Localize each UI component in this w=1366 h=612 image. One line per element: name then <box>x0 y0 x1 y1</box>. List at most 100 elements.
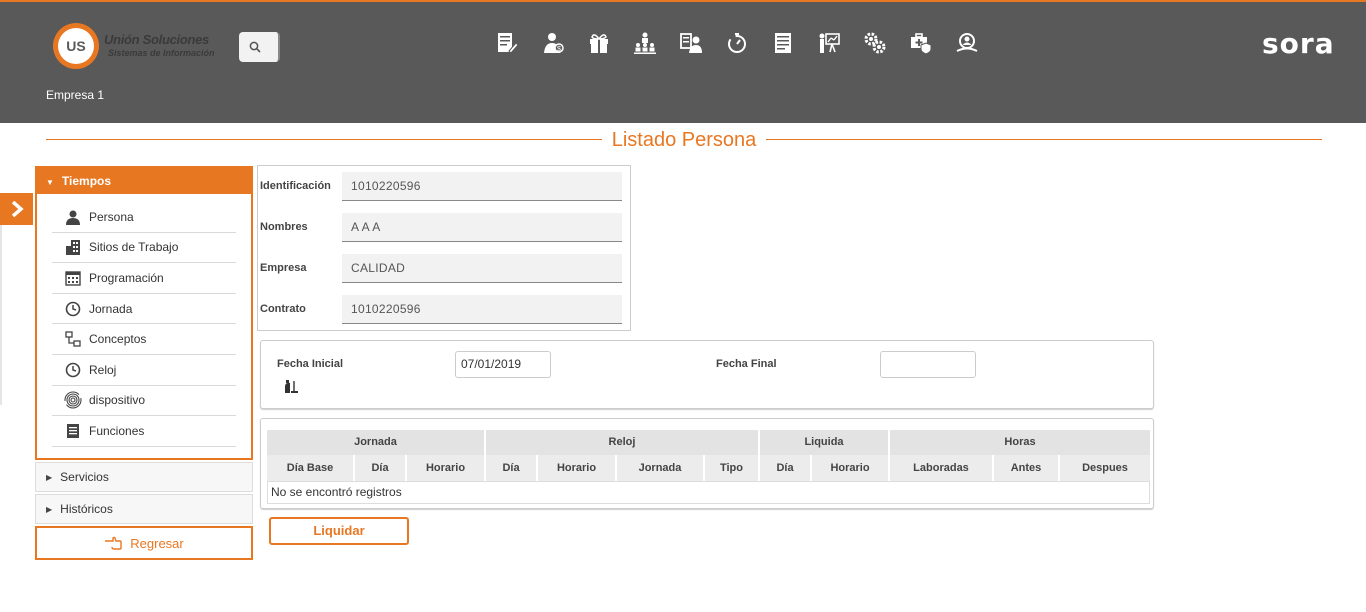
presentation-person-icon[interactable] <box>816 30 842 56</box>
sidebar-item-conceptos[interactable]: Conceptos <box>52 324 236 355</box>
start-date-input[interactable]: 07/01/2019 <box>455 351 551 378</box>
sidebar-item-funciones[interactable]: Funciones <box>52 416 236 447</box>
col-despues[interactable]: Despues <box>1060 455 1150 481</box>
company-name: Empresa 1 <box>46 88 105 102</box>
back-button[interactable]: Regresar <box>35 526 253 560</box>
sidebar-item-persona[interactable]: Persona <box>52 202 236 233</box>
col-liquida-horario[interactable]: Horario <box>812 455 890 481</box>
logo-subtitle: Sistemas de Información <box>108 48 215 58</box>
col-reloj-horario[interactable]: Horario <box>538 455 617 481</box>
sidebar-item-dispositivo[interactable]: dispositivo <box>52 386 236 417</box>
report-list-icon[interactable] <box>770 30 796 56</box>
back-button-label: Regresar <box>130 535 184 551</box>
table-group-header: Jornada Reloj Liquida Horas <box>267 430 1150 455</box>
field-label: Empresa <box>260 262 307 274</box>
person-money-icon[interactable]: $ <box>540 30 566 56</box>
col-dia[interactable]: Día <box>355 455 407 481</box>
brand-logo: sora <box>1262 27 1335 60</box>
sidebar-item-label: Programación <box>89 270 164 285</box>
start-date-label: Fecha Inicial <box>277 358 344 370</box>
buildings-icon <box>64 238 82 256</box>
logo-badge-text: US <box>58 28 94 64</box>
concepts-icon <box>64 330 82 348</box>
identificacion-field[interactable]: 1010220596 <box>342 172 622 201</box>
sidebar-item-sitios[interactable]: Sitios de Trabajo <box>52 233 236 264</box>
section-historicos-label: Históricos <box>60 502 113 516</box>
medical-shield-icon[interactable] <box>908 30 934 56</box>
logo-title: Unión Soluciones <box>104 32 209 47</box>
sidebar-item-label: dispositivo <box>89 393 146 408</box>
section-tiempos-label: Tiempos <box>61 174 112 188</box>
id-card-person-icon[interactable] <box>678 30 704 56</box>
group-reloj: Reloj <box>486 430 760 455</box>
section-servicios[interactable]: ▶ Servicios <box>35 462 253 492</box>
sidebar-item-label: Persona <box>89 209 134 224</box>
sidebar-edge <box>0 225 2 405</box>
sidebar-item-label: Jornada <box>89 301 133 316</box>
org-hierarchy-icon[interactable] <box>632 30 658 56</box>
app-header: US Unión Soluciones Sistemas de Informac… <box>0 2 1366 123</box>
field-identificacion: Identificación 1010220596 <box>258 172 630 202</box>
module-toolbar: $ <box>494 30 1000 60</box>
sidebar-menu: ▼ Tiempos Persona Sitios de Trabajo Progr… <box>35 166 253 524</box>
hand-point-left-icon <box>105 536 122 550</box>
results-table: Jornada Reloj Liquida Horas Día Base Día… <box>260 418 1154 509</box>
clock-icon <box>64 361 82 379</box>
person-info-panel: Identificación 1010220596 Nombres A A A … <box>257 165 631 331</box>
svg-text:$: $ <box>557 46 561 53</box>
empty-message: No se encontró registros <box>267 481 1150 504</box>
page-title: Listado Persona <box>46 127 1322 153</box>
contrato-field[interactable]: 1010220596 <box>342 295 622 324</box>
liquidar-button[interactable]: Liquidar <box>269 517 409 545</box>
table-column-header: Día Base Día Horario Día Horario Jornada… <box>267 455 1150 481</box>
section-tiempos-items: Persona Sitios de Trabajo Programación J… <box>35 194 253 460</box>
end-date-label: Fecha Final <box>716 358 777 370</box>
sidebar-item-reloj[interactable]: Reloj <box>52 355 236 386</box>
col-liquida-dia[interactable]: Día <box>760 455 812 481</box>
field-contrato: Contrato 1010220596 <box>258 295 630 325</box>
col-reloj-jornada[interactable]: Jornada <box>617 455 705 481</box>
empresa-field[interactable]: CALIDAD <box>342 254 622 283</box>
col-reloj-tipo[interactable]: Tipo <box>705 455 760 481</box>
sidebar-item-jornada[interactable]: Jornada <box>52 294 236 325</box>
sidebar-item-label: Reloj <box>89 362 117 377</box>
field-label: Identificación <box>260 180 331 192</box>
sidebar-item-label: Funciones <box>89 423 145 438</box>
col-reloj-dia[interactable]: Día <box>486 455 538 481</box>
timer-icon[interactable] <box>724 30 750 56</box>
sidebar-item-programacion[interactable]: Programación <box>52 263 236 294</box>
search-icon <box>249 41 261 53</box>
group-liquida: Liquida <box>760 430 890 455</box>
user-search-icon[interactable] <box>954 30 980 56</box>
clear-filter-icon[interactable] <box>283 379 299 398</box>
col-laboradas[interactable]: Laboradas <box>890 455 994 481</box>
person-icon <box>64 208 82 226</box>
caret-right-icon: ▶ <box>46 472 53 482</box>
section-servicios-label: Servicios <box>60 470 109 484</box>
gears-icon[interactable] <box>862 30 888 56</box>
col-antes[interactable]: Antes <box>994 455 1060 481</box>
end-date-input[interactable] <box>880 351 976 378</box>
company-logo[interactable]: US Unión Soluciones Sistemas de Informac… <box>53 23 223 69</box>
field-empresa: Empresa CALIDAD <box>258 254 630 284</box>
nombres-field[interactable]: A A A <box>342 213 622 242</box>
col-horario[interactable]: Horario <box>407 455 486 481</box>
page-title-row: Listado Persona <box>46 127 1322 153</box>
section-tiempos[interactable]: ▼ Tiempos <box>35 166 253 194</box>
caret-right-icon: ▶ <box>46 504 53 514</box>
caret-down-icon: ▼ <box>46 178 54 187</box>
chevron-right-icon <box>11 201 24 217</box>
section-historicos[interactable]: ▶ Históricos <box>35 494 253 524</box>
sidebar-item-label: Conceptos <box>89 332 147 347</box>
sidebar-toggle[interactable] <box>0 193 33 225</box>
col-dia-base[interactable]: Día Base <box>267 455 355 481</box>
gift-icon[interactable] <box>586 30 612 56</box>
fingerprint-icon <box>64 391 82 409</box>
search-button[interactable] <box>239 32 280 62</box>
field-nombres: Nombres A A A <box>258 213 630 243</box>
field-label: Contrato <box>260 303 306 315</box>
calendar-icon <box>64 269 82 287</box>
document-edit-icon[interactable] <box>494 30 520 56</box>
logo-badge: US <box>53 23 99 69</box>
clock-icon <box>64 300 82 318</box>
